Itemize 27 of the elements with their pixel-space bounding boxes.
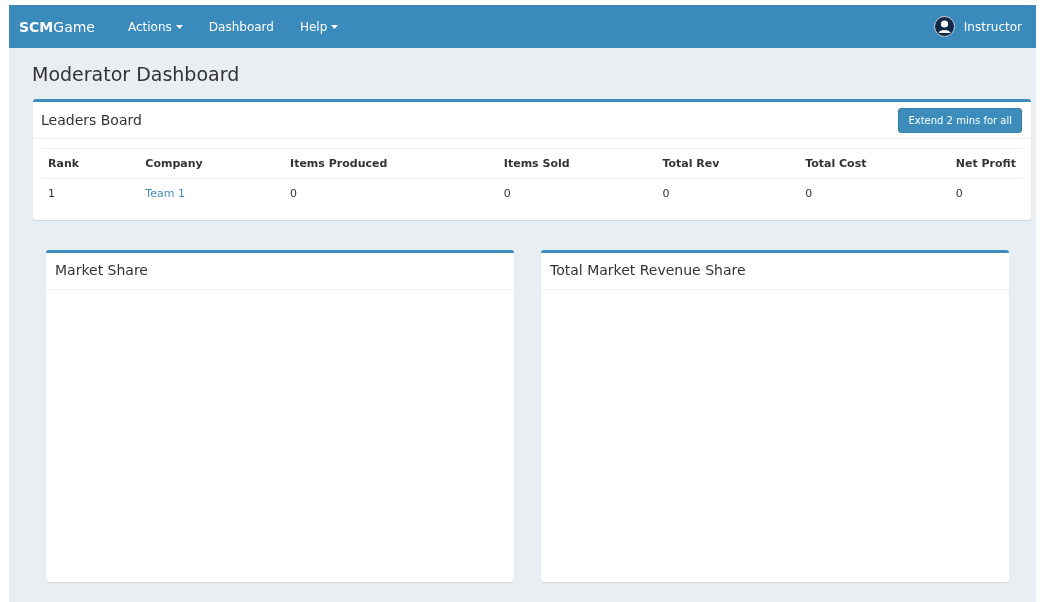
table-cell: 0 [655,178,799,208]
card-title: Leaders Board [41,112,142,128]
column-header: Net Profit [948,148,1023,179]
table-cell: 0 [798,178,949,208]
table-cell: 1 [41,178,139,208]
table-cell: 0 [948,178,1023,208]
brand-logo[interactable]: SCMGame [19,18,95,35]
user-avatar-icon [933,16,955,37]
column-header: Items Produced [283,148,497,179]
caret-icon [175,24,183,29]
nav-menu-item[interactable]: Help [299,19,339,34]
column-header: Total Rev [655,148,799,179]
nav-menu-item[interactable]: Dashboard [208,19,274,34]
extend-time-button[interactable]: Extend 2 mins for all [898,107,1022,133]
table-cell: 0 [283,178,497,208]
column-header: Total Cost [798,148,949,179]
panel-title: Market Share [55,262,148,278]
table-cell: 0 [496,178,656,208]
column-header: Rank [41,148,139,179]
column-header: Company [138,148,284,179]
caret-icon [331,24,339,29]
user-menu[interactable]: Instructor [933,16,1022,37]
column-header: Items Sold [496,148,656,179]
page-title: Moderator Dashboard [32,63,241,85]
panel-title: Total Market Revenue Share [550,262,746,278]
company-link[interactable]: Team 1 [145,187,185,200]
nav-menu-item[interactable]: Actions [128,19,183,34]
